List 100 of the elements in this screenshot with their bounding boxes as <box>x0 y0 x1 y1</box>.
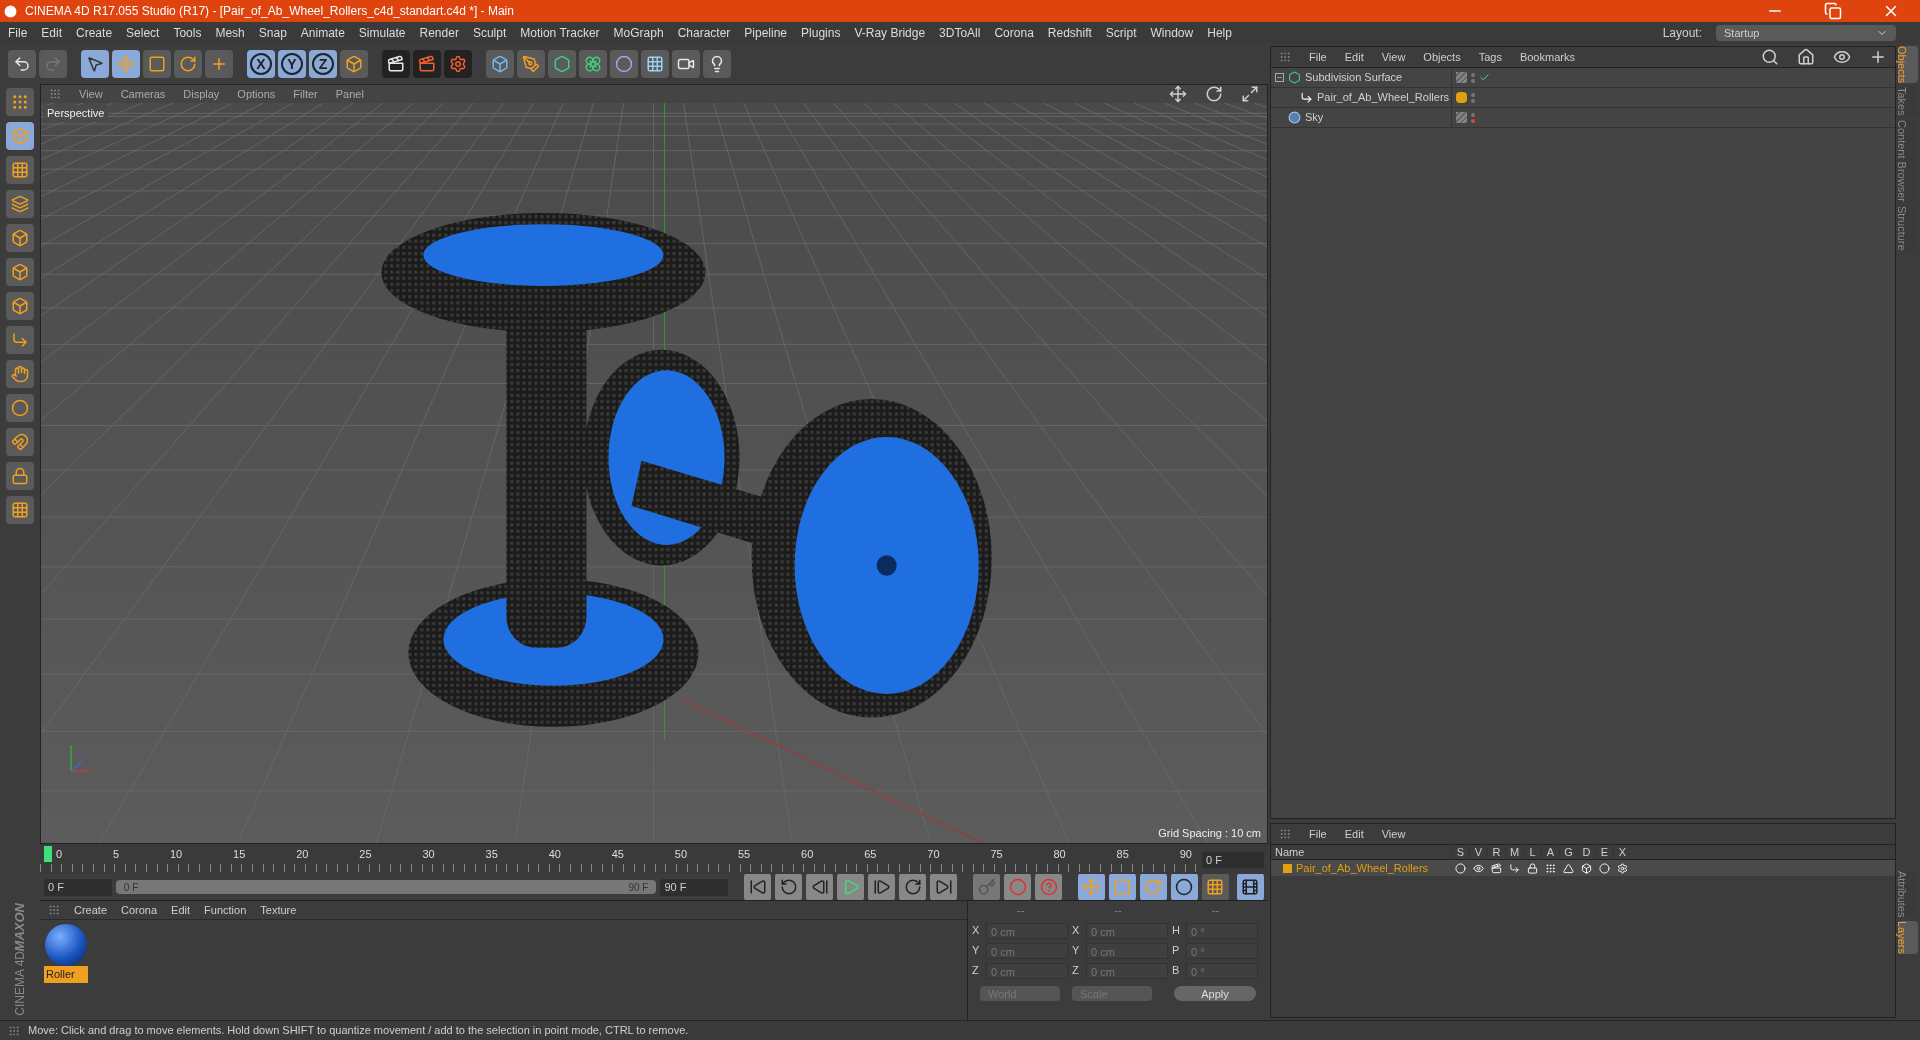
edges-mode-button[interactable] <box>6 258 34 286</box>
object-menu-item[interactable]: File <box>1309 48 1327 66</box>
layer-menu-item[interactable]: View <box>1381 825 1406 843</box>
layer-toggle-icon[interactable] <box>1526 862 1538 874</box>
pan-view-icon[interactable] <box>1169 85 1187 103</box>
transform-tool-button[interactable] <box>205 50 233 78</box>
home-icon[interactable] <box>1797 48 1815 66</box>
eye-icon[interactable] <box>1833 48 1851 66</box>
menu-item[interactable]: Corona <box>994 24 1034 42</box>
visibility-dots-icon[interactable] <box>1471 72 1475 83</box>
key-point-level-button[interactable] <box>1201 873 1229 901</box>
layer-color-swatch[interactable] <box>1283 863 1292 873</box>
axis-lock-button[interactable]: X <box>247 50 275 78</box>
menu-item[interactable]: MoGraph <box>613 24 664 42</box>
subdivision-button[interactable] <box>548 50 576 78</box>
menu-item[interactable]: Plugins <box>801 24 841 42</box>
layer-swatch[interactable] <box>1456 92 1467 103</box>
layer-menu-item[interactable]: Edit <box>1344 825 1364 843</box>
orbit-view-icon[interactable] <box>1205 85 1223 103</box>
polygons-mode-button[interactable] <box>6 292 34 320</box>
menu-item[interactable]: Snap <box>258 24 287 42</box>
menu-item[interactable]: Character <box>677 24 731 42</box>
menu-item[interactable]: Motion Tracker <box>520 24 600 42</box>
next-frame-button[interactable] <box>868 873 896 901</box>
rotate-tool-button[interactable] <box>174 50 202 78</box>
render-settings-button[interactable] <box>444 50 472 78</box>
scale-tool-button[interactable] <box>143 50 171 78</box>
layer-toggle-icon[interactable] <box>1490 862 1502 874</box>
viewport-menu-item[interactable]: Options <box>237 85 276 103</box>
layer-toggle-icon[interactable] <box>1598 862 1610 874</box>
key-position-button[interactable] <box>1077 873 1105 901</box>
layer-toggle-icon[interactable] <box>1580 862 1592 874</box>
collapse-icon[interactable] <box>1275 73 1284 82</box>
object-row[interactable]: Sky <box>1271 108 1895 128</box>
visibility-dots-icon[interactable] <box>1471 112 1475 123</box>
floor-button[interactable] <box>641 50 669 78</box>
tweak-mode-button[interactable] <box>6 360 34 388</box>
viewport-menu-item[interactable]: Panel <box>335 85 364 103</box>
viewport-menu-item[interactable]: Display <box>183 85 220 103</box>
timeline-button[interactable] <box>1236 873 1264 901</box>
view-button[interactable] <box>6 88 34 116</box>
go-to-start-button[interactable] <box>744 873 772 901</box>
menu-item[interactable]: Redshift <box>1047 24 1092 42</box>
material-menu-item[interactable]: Function <box>204 901 247 919</box>
go-to-end-button[interactable] <box>930 873 958 901</box>
points-mode-button[interactable] <box>6 224 34 252</box>
object-menu-item[interactable]: Tags <box>1478 48 1502 66</box>
menu-item[interactable]: Simulate <box>358 24 406 42</box>
render-view-button[interactable] <box>382 50 410 78</box>
axis-lock-button[interactable]: Z <box>309 50 337 78</box>
light-button[interactable] <box>703 50 731 78</box>
layer-toggle-icon[interactable] <box>1544 862 1556 874</box>
start-frame-field[interactable]: 0 F <box>44 878 112 896</box>
key-rotation-button[interactable] <box>1139 873 1167 901</box>
autokey-button[interactable] <box>1004 873 1032 901</box>
render-picture-button[interactable] <box>413 50 441 78</box>
menu-item[interactable]: V-Ray Bridge <box>854 24 926 42</box>
object-menu-item[interactable]: Objects <box>1423 48 1461 66</box>
menu-item[interactable]: Render <box>419 24 459 42</box>
magnet-button[interactable] <box>6 428 34 456</box>
menu-item[interactable]: Script <box>1105 24 1137 42</box>
deformer-button[interactable] <box>610 50 638 78</box>
restore-button[interactable] <box>1824 2 1842 20</box>
keyframe-selection-button[interactable] <box>1035 873 1063 901</box>
layer-toggle-icon[interactable] <box>1472 862 1484 874</box>
menu-item[interactable]: Create <box>76 24 113 42</box>
camera-button[interactable] <box>672 50 700 78</box>
previous-key-button[interactable] <box>775 873 803 901</box>
planar-workplane-button[interactable] <box>6 496 34 524</box>
layer-toggle-icon[interactable] <box>1508 862 1520 874</box>
axis-mode-button[interactable] <box>6 326 34 354</box>
menu-item[interactable]: Pipeline <box>744 24 788 42</box>
object-name[interactable]: Sky <box>1305 109 1324 126</box>
frame-range-slider[interactable] <box>115 880 657 894</box>
record-keys-button[interactable] <box>973 873 1001 901</box>
layer-toggle-icon[interactable] <box>1454 862 1466 874</box>
snap-button[interactable] <box>6 394 34 422</box>
menu-item[interactable]: Mesh <box>215 24 245 42</box>
texture-mode-button[interactable] <box>6 156 34 184</box>
cube-button[interactable] <box>486 50 514 78</box>
new-window-icon[interactable] <box>1869 48 1887 66</box>
layer-toggle-icon[interactable] <box>1562 862 1574 874</box>
menu-item[interactable]: Help <box>1207 24 1232 42</box>
enabled-check-icon[interactable] <box>1479 72 1490 83</box>
object-name[interactable]: Pair_of_Ab_Wheel_Rollers <box>1317 89 1450 106</box>
cloner-button[interactable] <box>579 50 607 78</box>
object-menu-item[interactable]: View <box>1381 48 1406 66</box>
viewport-menu-item[interactable]: View <box>79 85 103 103</box>
key-parameter-button[interactable] <box>1170 873 1198 901</box>
menu-item[interactable]: Select <box>126 24 160 42</box>
material-menu-item[interactable]: Corona <box>121 901 158 919</box>
pen-button[interactable] <box>517 50 545 78</box>
menu-item[interactable]: Tools <box>173 24 202 42</box>
coordinate-system-button[interactable] <box>340 50 368 78</box>
menu-item[interactable]: Sculpt <box>472 24 507 42</box>
material-menu-item[interactable]: Edit <box>171 901 191 919</box>
undo-button[interactable] <box>8 50 36 78</box>
lock-workplane-button[interactable] <box>6 462 34 490</box>
play-button[interactable] <box>837 873 865 901</box>
next-key-button[interactable] <box>899 873 927 901</box>
